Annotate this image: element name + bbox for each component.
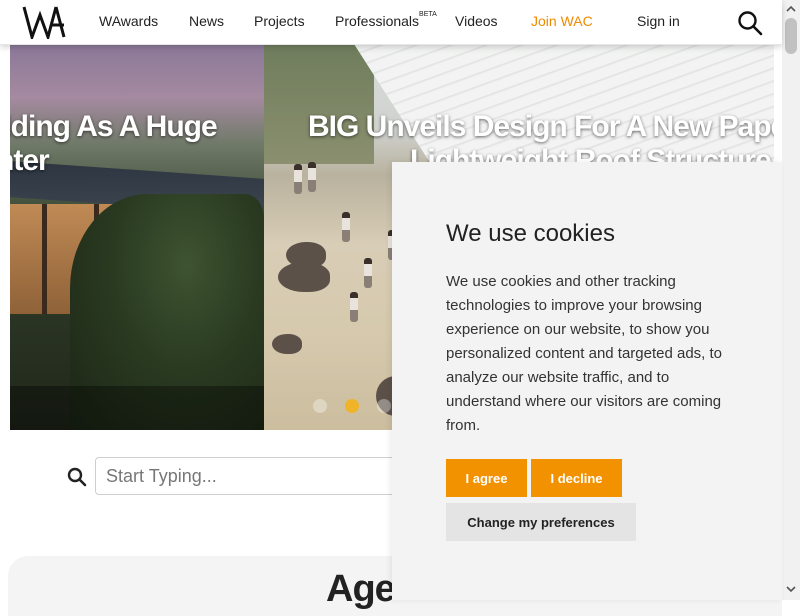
scroll-thumb[interactable] (785, 18, 797, 54)
person (342, 212, 350, 242)
nav-professionals[interactable]: ProfessionalsBETA (335, 11, 437, 29)
hero-slide-left-image (10, 44, 264, 430)
person (294, 164, 302, 194)
change-preferences-button[interactable]: Change my preferences (446, 503, 636, 541)
cookie-consent-banner: We use cookies We use cookies and other … (392, 162, 782, 600)
search-icon[interactable] (737, 10, 763, 36)
top-navigation: WAwards News Projects ProfessionalsBETA … (0, 0, 782, 45)
image-shade (10, 386, 264, 430)
section-heading: Age (326, 568, 396, 610)
slider-dot[interactable] (313, 399, 327, 413)
slider-dot[interactable] (377, 399, 391, 413)
scroll-up-arrow-icon[interactable] (782, 4, 800, 14)
rock (278, 262, 330, 292)
hero-title-right-line1: BIG Unveils Design For A New Paper Ar (308, 110, 774, 143)
slider-dot-active[interactable] (345, 399, 359, 413)
nav-wawards[interactable]: WAwards (99, 13, 158, 29)
nav-professionals-label: Professionals (335, 13, 420, 29)
hero-title-left[interactable]: ilding As A Huge nter (10, 110, 218, 178)
nav-sign-in[interactable]: Sign in (637, 13, 680, 29)
hero-title-left-line1: ilding As A Huge (10, 110, 218, 143)
rock (272, 334, 302, 354)
pavilion-column (42, 204, 47, 314)
agree-button[interactable]: I agree (446, 459, 527, 497)
nav-videos[interactable]: Videos (455, 13, 498, 29)
person (350, 292, 358, 322)
cookie-title: We use cookies (446, 220, 615, 247)
beta-badge: BETA (419, 11, 437, 18)
search-icon[interactable] (67, 467, 87, 487)
nav-news[interactable]: News (189, 13, 224, 29)
scroll-down-arrow-icon[interactable] (782, 584, 800, 594)
cookie-description: We use cookies and other tracking techno… (446, 273, 723, 434)
person (364, 258, 372, 288)
nav-projects[interactable]: Projects (254, 13, 305, 29)
decline-button[interactable]: I decline (531, 459, 622, 497)
nav-join-wac[interactable]: Join WAC (531, 13, 593, 29)
page-scrollbar[interactable] (782, 0, 800, 600)
wa-logo-icon[interactable] (22, 5, 66, 39)
hero-title-left-line2: nter (10, 144, 50, 177)
search-input[interactable] (95, 457, 415, 495)
